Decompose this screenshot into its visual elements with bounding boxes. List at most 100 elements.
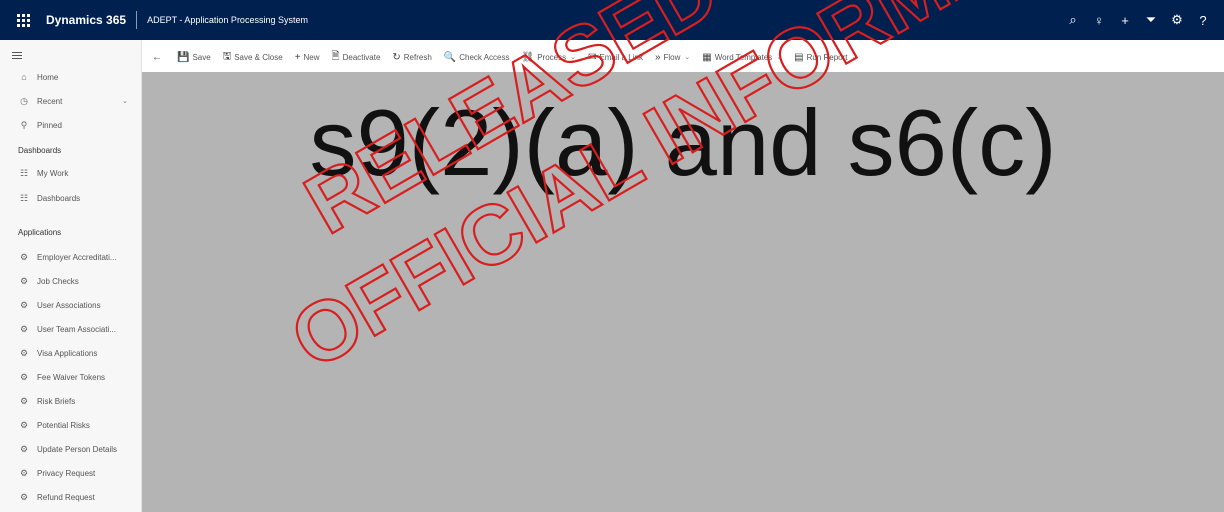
entity-icon: ⚙ [19, 395, 29, 406]
entity-icon: ⚙ [19, 467, 29, 478]
sidebar-item-label: Dashboards [37, 193, 81, 203]
entity-icon: ⚙ [19, 347, 29, 358]
email-icon: ✉ [587, 51, 597, 63]
save-label: Save [192, 52, 211, 62]
deactivate-label: Deactivate [342, 52, 381, 62]
deactivate-button[interactable]: 🗎 Deactivate [326, 46, 387, 68]
back-arrow-icon: ← [152, 51, 162, 63]
sidebar-item-label: Pinned [37, 120, 62, 130]
new-label: New [303, 52, 320, 62]
flow-label: Flow [663, 52, 681, 62]
entity-icon: ⚙ [19, 251, 29, 262]
process-icon: ⛓ [521, 51, 535, 63]
email-a-link-button[interactable]: ✉ Email a Link [582, 46, 649, 68]
refresh-label: Refresh [403, 52, 432, 62]
top-nav-bar: Dynamics 365 ADEPT - Application Process… [0, 0, 1224, 40]
chevron-down-icon[interactable]: ⌄ [122, 97, 128, 105]
dashboard-icon: ☷ [19, 192, 29, 203]
plus-icon: + [294, 51, 301, 63]
refresh-icon: ↻ [392, 51, 401, 63]
sidebar-item-label: User Team Associati... [37, 324, 116, 334]
entity-icon: ⚙ [19, 443, 29, 454]
sidebar-item-potential-risks[interactable]: ⚙ Potential Risks [0, 416, 142, 434]
sidebar-item-label: Potential Risks [37, 420, 90, 430]
top-icons: ⌕ ♀ + ⏷ ⚙ ? [1060, 0, 1216, 40]
document-icon: 🗎 [331, 50, 340, 62]
sidebar-item-label: Employer Accreditati... [37, 252, 117, 262]
gear-icon[interactable]: ⚙ [1164, 12, 1190, 28]
search-icon: 🔍 [443, 51, 457, 63]
email-a-link-label: Email a Link [599, 52, 643, 62]
pin-icon: ⚲ [20, 119, 28, 130]
sidebar-item-label: Home [37, 72, 59, 82]
entity-icon: ⚙ [19, 419, 29, 430]
save-and-close-label: Save & Close [234, 52, 283, 62]
sidebar-item-recent[interactable]: ◷ Recent ⌄ [0, 92, 142, 110]
sidebar-item-label: Fee Waiver Tokens [37, 372, 106, 382]
chevron-down-icon[interactable]: ⌄ [776, 53, 782, 61]
sidebar-item-label: User Associations [37, 300, 101, 310]
save-button[interactable]: 💾 Save [171, 46, 217, 68]
chevron-down-icon[interactable]: ⌄ [852, 53, 858, 61]
entity-icon: ⚙ [19, 491, 29, 502]
word-icon: ▦ [702, 51, 712, 63]
process-label: Process [537, 52, 567, 62]
filter-icon[interactable]: ⏷ [1138, 12, 1164, 28]
word-templates-label: Word Templates [714, 52, 773, 62]
app-title[interactable]: ADEPT - Application Processing System [147, 15, 308, 25]
hamburger-menu-icon[interactable] [12, 52, 22, 61]
refresh-button[interactable]: ↻ Refresh [386, 46, 437, 68]
sidebar-item-user-associations[interactable]: ⚙ User Associations [0, 296, 142, 314]
dashboard-icon: ☷ [19, 167, 29, 178]
sidebar-item-employer-accreditation[interactable]: ⚙ Employer Accreditati... [0, 248, 142, 266]
command-bar: ← 💾 Save 🖫 Save & Close + New 🗎 Deactiva… [146, 44, 1224, 70]
sidebar-item-user-team-associations[interactable]: ⚙ User Team Associati... [0, 320, 142, 338]
sidebar-item-visa-applications[interactable]: ⚙ Visa Applications [0, 344, 142, 362]
save-and-close-button[interactable]: 🖫 Save & Close [217, 46, 289, 68]
dashboards-section-header: Dashboards [18, 146, 62, 155]
plus-icon[interactable]: + [1112, 13, 1138, 28]
sidebar-item-label: Risk Briefs [37, 396, 76, 406]
save-icon: 💾 [177, 51, 190, 63]
help-icon[interactable]: ? [1190, 13, 1216, 28]
process-button[interactable]: ⛓ Process ⌄ [516, 46, 582, 68]
brand-divider [136, 11, 138, 29]
back-button[interactable]: ← [146, 46, 171, 68]
sidebar-item-label: Update Person Details [37, 444, 118, 454]
run-report-button[interactable]: ▤ Run Report ⌄ [788, 46, 863, 68]
chevron-down-icon[interactable]: ⌄ [684, 53, 690, 61]
chevron-down-icon[interactable]: ⌄ [570, 53, 576, 61]
sidebar-item-pinned[interactable]: ⚲ Pinned [0, 116, 142, 134]
sidebar-item-risk-briefs[interactable]: ⚙ Risk Briefs [0, 392, 142, 410]
check-access-label: Check Access [459, 52, 510, 62]
sidebar-item-home[interactable]: ⌂ Home [0, 68, 142, 86]
word-templates-button[interactable]: ▦ Word Templates ⌄ [696, 46, 788, 68]
run-report-label: Run Report [806, 52, 848, 62]
flow-button[interactable]: » Flow ⌄ [649, 46, 696, 68]
clock-icon: ◷ [20, 95, 28, 106]
lightbulb-icon[interactable]: ♀ [1086, 13, 1112, 28]
redaction-notice: s9(2)(a) and s6(c) [309, 90, 1057, 195]
sidebar-item-refund-request[interactable]: ⚙ Refund Request [0, 488, 142, 506]
app-launcher-button[interactable] [0, 0, 46, 40]
check-access-button[interactable]: 🔍 Check Access [438, 46, 516, 68]
sidebar-item-label: Privacy Request [37, 468, 96, 478]
new-button[interactable]: + New [289, 46, 326, 68]
waffle-icon [16, 13, 30, 27]
brand-name[interactable]: Dynamics 365 [46, 13, 136, 27]
sidebar-item-dashboards[interactable]: ☷ Dashboards [0, 189, 142, 207]
sidebar-item-label: Visa Applications [37, 348, 98, 358]
sidebar-item-job-checks[interactable]: ⚙ Job Checks [0, 272, 142, 290]
sidebar-item-fee-waiver-tokens[interactable]: ⚙ Fee Waiver Tokens [0, 368, 142, 386]
search-icon[interactable]: ⌕ [1060, 12, 1086, 28]
entity-icon: ⚙ [19, 323, 29, 334]
entity-icon: ⚙ [19, 299, 29, 310]
save-close-icon: 🖫 [222, 50, 232, 62]
applications-section-header: Applications [18, 228, 62, 237]
sidebar-item-update-person-details[interactable]: ⚙ Update Person Details [0, 440, 142, 458]
sidebar-item-label: Refund Request [37, 492, 95, 502]
report-icon: ▤ [794, 51, 804, 63]
sidebar-item-privacy-request[interactable]: ⚙ Privacy Request [0, 464, 142, 482]
entity-icon: ⚙ [19, 371, 29, 382]
sidebar-item-my-work[interactable]: ☷ My Work [0, 164, 142, 182]
